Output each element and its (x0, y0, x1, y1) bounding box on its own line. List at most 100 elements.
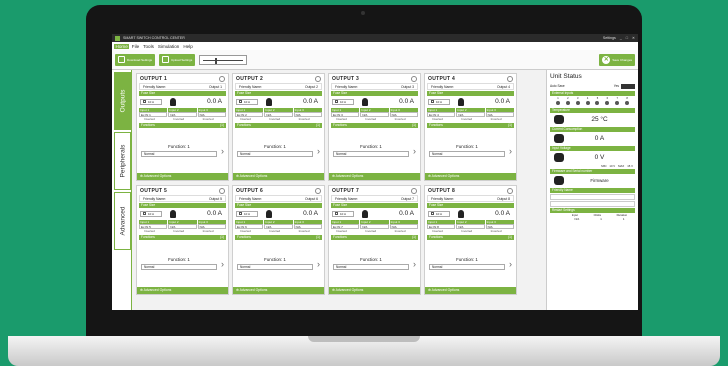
inverted-checkbox[interactable]: Inverted (198, 229, 226, 234)
chevron-right-icon[interactable]: › (509, 259, 512, 269)
auto-save-toggle[interactable] (621, 83, 635, 89)
inverted-checkbox[interactable]: Inverted (235, 229, 263, 234)
fuse-select[interactable]: 10 A (236, 210, 258, 217)
advanced-options-button[interactable]: ⊕ Advanced Options (233, 173, 324, 180)
slider-knob[interactable] (215, 57, 218, 64)
minimize-icon[interactable]: _ (620, 36, 622, 40)
inverted-checkbox[interactable]: Inverted (427, 229, 455, 234)
inverted-checkbox[interactable]: Inverted (390, 117, 418, 122)
chevron-right-icon[interactable]: › (413, 146, 416, 156)
inverted-checkbox[interactable]: Inverted (294, 117, 322, 122)
inverted-checkbox[interactable]: Inverted (360, 117, 388, 122)
inverted-checkbox[interactable]: Inverted (331, 229, 359, 234)
inverted-checkbox[interactable]: Inverted (139, 229, 167, 234)
friendly-name-input[interactable] (550, 194, 635, 200)
inverted-checkbox[interactable]: Inverted (360, 229, 388, 234)
advanced-options-button[interactable]: ⊕ Advanced Options (329, 173, 420, 180)
inverted-checkbox[interactable]: Inverted (456, 117, 484, 122)
zoom-slider[interactable] (199, 54, 248, 65)
friendly-name-field[interactable]: Friendly Name: Output 7 (331, 195, 418, 202)
inverted-checkbox[interactable]: Inverted (294, 229, 322, 234)
checkbox-icon[interactable] (143, 100, 146, 103)
restart-clicks-select[interactable]: 1 (600, 217, 602, 221)
restart-input-select[interactable]: N/A (575, 217, 580, 221)
inverted-checkbox[interactable]: Inverted (456, 229, 484, 234)
chevron-right-icon[interactable]: › (317, 259, 320, 269)
friendly-name-field[interactable]: Friendly Name: Output 4 (427, 83, 514, 90)
inverted-checkbox[interactable]: Inverted (139, 117, 167, 122)
friendly-name-field[interactable]: Friendly Name: Output 8 (427, 195, 514, 202)
fuse-select[interactable]: 10 A (428, 210, 450, 217)
friendly-name-field[interactable]: Friendly Name: Output 2 (235, 83, 322, 90)
function-mode-select[interactable]: Normal (333, 264, 409, 270)
menu-home[interactable]: Home (114, 43, 130, 49)
output-toggle-icon[interactable] (219, 187, 225, 194)
account-label[interactable]: Settings (603, 36, 616, 40)
fuse-select[interactable]: 10 A (332, 210, 354, 217)
advanced-options-button[interactable]: ⊕ Advanced Options (425, 173, 516, 180)
menu-tools[interactable]: Tools (142, 44, 156, 49)
checkbox-icon[interactable] (431, 100, 434, 103)
checkbox-icon[interactable] (143, 212, 146, 215)
output-toggle-icon[interactable] (411, 187, 417, 194)
function-mode-select[interactable]: Normal (237, 151, 313, 157)
checkbox-icon[interactable] (335, 212, 338, 215)
output-toggle-icon[interactable] (315, 187, 321, 194)
inverted-checkbox[interactable]: Inverted (486, 117, 514, 122)
inverted-checkbox[interactable]: Inverted (235, 117, 263, 122)
close-icon[interactable]: ✕ (632, 36, 635, 40)
function-mode-select[interactable]: Normal (141, 264, 217, 270)
friendly-name-field[interactable]: Friendly Name: Output 5 (139, 195, 226, 202)
inverted-checkbox[interactable]: Inverted (427, 117, 455, 122)
output-toggle-icon[interactable] (219, 75, 225, 82)
fuse-select[interactable]: 10 A (236, 98, 258, 105)
friendly-name-input-2[interactable] (550, 201, 635, 207)
max-select[interactable]: 15 V (627, 164, 633, 168)
tab-advanced[interactable]: Advanced (114, 192, 131, 250)
inverted-checkbox[interactable]: Inverted (486, 229, 514, 234)
inverted-checkbox[interactable]: Inverted (264, 229, 292, 234)
fuse-select[interactable]: 10 A (140, 98, 162, 105)
checkbox-icon[interactable] (239, 212, 242, 215)
inverted-checkbox[interactable]: Inverted (168, 229, 196, 234)
menu-simulation[interactable]: Simulation (156, 44, 180, 49)
friendly-name-field[interactable]: Friendly Name: Output 3 (331, 83, 418, 90)
menu-help[interactable]: Help (182, 44, 194, 49)
chevron-right-icon[interactable]: › (221, 146, 224, 156)
download-settings-button[interactable]: Download Settings (115, 53, 156, 66)
output-toggle-icon[interactable] (507, 75, 513, 82)
friendly-name-field[interactable]: Friendly Name: Output 1 (139, 83, 226, 90)
chevron-right-icon[interactable]: › (413, 259, 416, 269)
inverted-checkbox[interactable]: Inverted (198, 117, 226, 122)
function-mode-select[interactable]: Normal (141, 151, 217, 157)
tab-outputs[interactable]: Outputs (114, 72, 131, 130)
maximize-icon[interactable]: □ (626, 36, 628, 40)
chevron-right-icon[interactable]: › (509, 146, 512, 156)
tab-peripherals[interactable]: Peripherals (114, 132, 131, 190)
function-mode-select[interactable]: Normal (429, 264, 505, 270)
function-mode-select[interactable]: Normal (237, 264, 313, 270)
output-toggle-icon[interactable] (411, 75, 417, 82)
function-mode-select[interactable]: Normal (429, 151, 505, 157)
chevron-right-icon[interactable]: › (221, 259, 224, 269)
fuse-select[interactable]: 10 A (332, 98, 354, 105)
advanced-options-button[interactable]: ⊕ Advanced Options (137, 287, 228, 294)
inverted-checkbox[interactable]: Inverted (390, 229, 418, 234)
checkbox-icon[interactable] (239, 100, 242, 103)
inverted-checkbox[interactable]: Inverted (331, 117, 359, 122)
output-toggle-icon[interactable] (507, 187, 513, 194)
friendly-name-field[interactable]: Friendly Name: Output 6 (235, 195, 322, 202)
advanced-options-button[interactable]: ⊕ Advanced Options (329, 287, 420, 294)
fuse-select[interactable]: 10 A (428, 98, 450, 105)
chevron-right-icon[interactable]: › (317, 146, 320, 156)
inverted-checkbox[interactable]: Inverted (264, 117, 292, 122)
upload-settings-button[interactable]: Upload Settings (159, 53, 196, 66)
fuse-select[interactable]: 10 A (140, 210, 162, 217)
output-toggle-icon[interactable] (315, 75, 321, 82)
advanced-options-button[interactable]: ⊕ Advanced Options (137, 173, 228, 180)
restart-duration-select[interactable]: 1 (623, 217, 625, 221)
function-mode-select[interactable]: Normal (333, 151, 409, 157)
advanced-options-button[interactable]: ⊕ Advanced Options (425, 287, 516, 294)
save-changes-button[interactable]: ✕ Save Changes (599, 53, 635, 66)
inverted-checkbox[interactable]: Inverted (168, 117, 196, 122)
